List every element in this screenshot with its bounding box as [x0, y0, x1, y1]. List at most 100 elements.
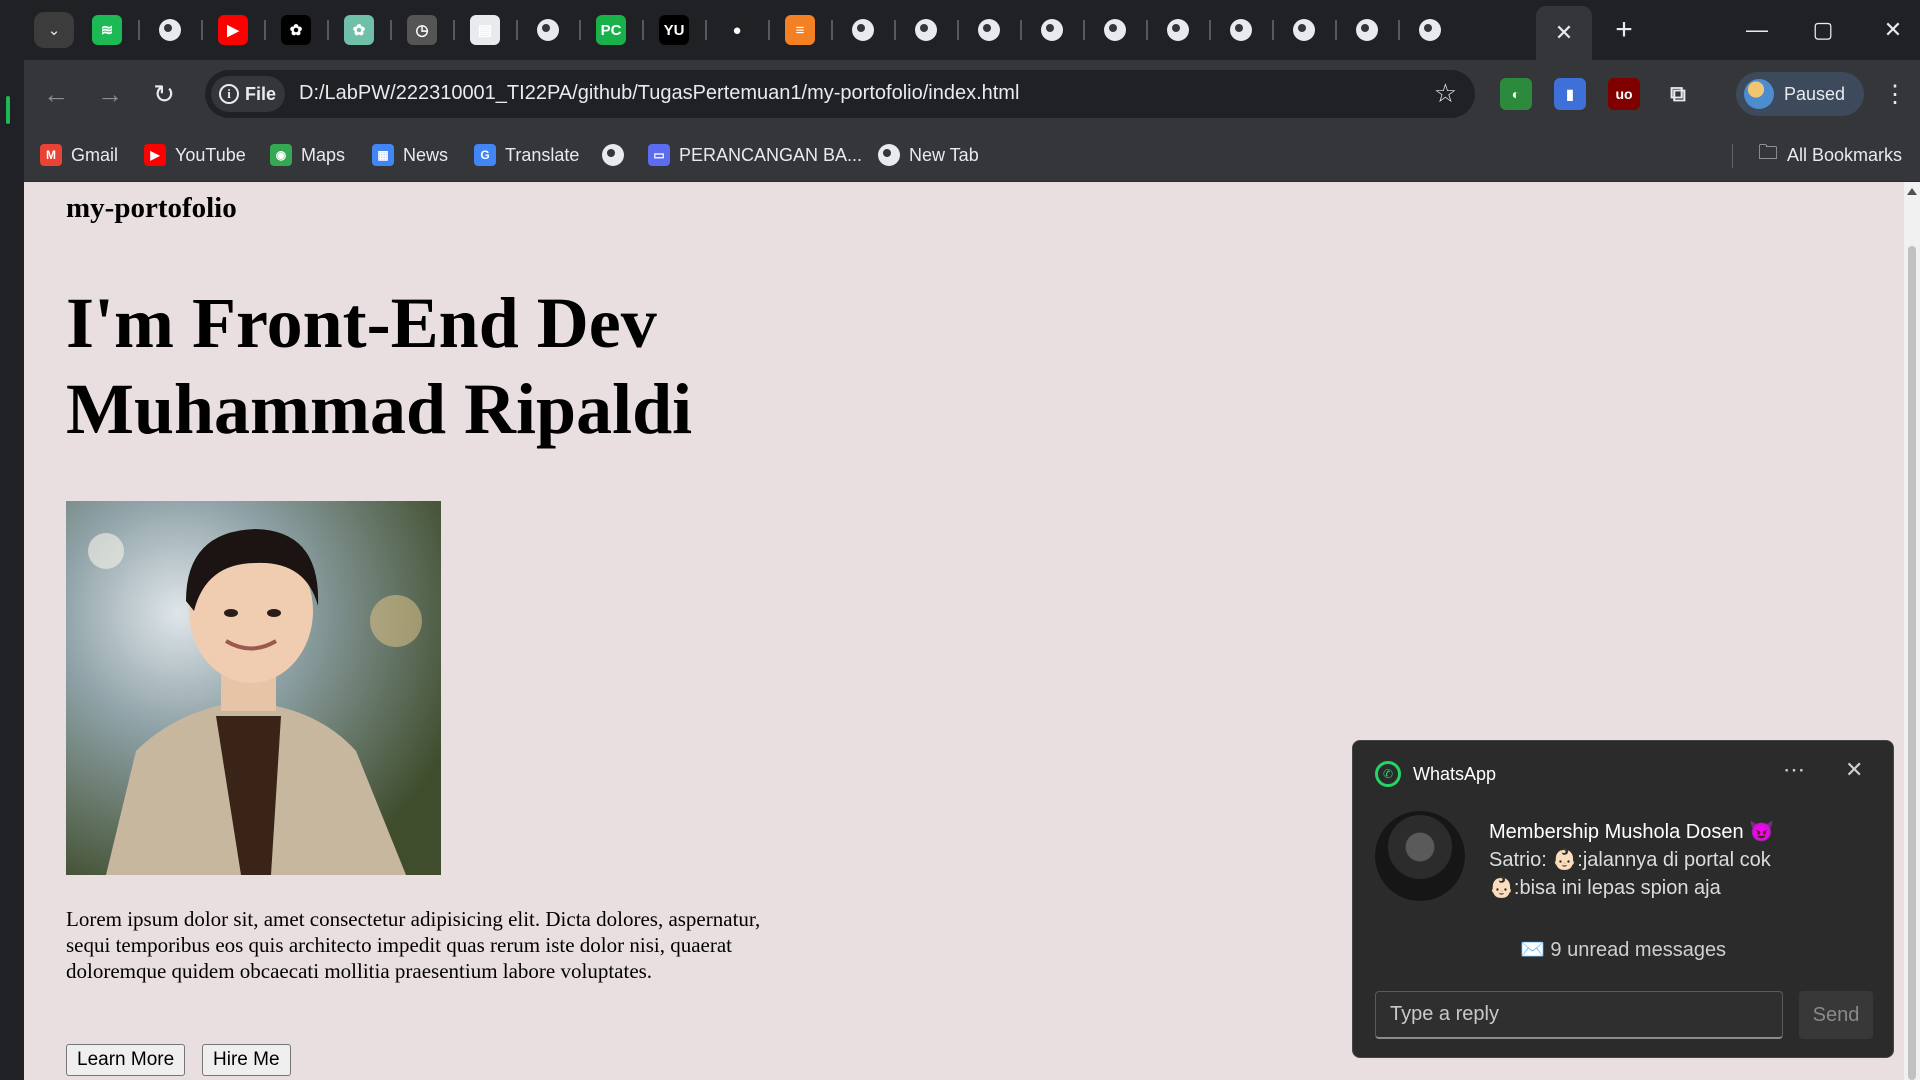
chat-title: Membership Mushola Dosen 😈: [1489, 821, 1775, 843]
site-title: my-portofolio: [66, 192, 237, 224]
close-tab-icon[interactable]: ✕: [1555, 20, 1573, 46]
youtube-icon: ▶: [144, 144, 166, 166]
reply-input[interactable]: [1375, 991, 1783, 1039]
hire-me-button[interactable]: Hire Me: [202, 1044, 291, 1076]
extensions-puzzle-icon[interactable]: ⧉: [1662, 78, 1694, 110]
all-bookmarks-label: All Bookmarks: [1787, 144, 1903, 165]
tab-separator: [1398, 20, 1400, 40]
globe-icon[interactable]: [155, 15, 185, 45]
tab-separator: [1209, 20, 1211, 40]
tab-separator: [957, 20, 959, 40]
globe-icon[interactable]: [1037, 15, 1067, 45]
site-info-button[interactable]: i File: [211, 76, 285, 112]
close-window-button[interactable]: ✕: [1870, 10, 1916, 50]
tab-separator: [1335, 20, 1337, 40]
url-text[interactable]: D:/LabPW/222310001_TI22PA/github/TugasPe…: [299, 82, 1019, 105]
notification-header: ✆ WhatsApp: [1375, 761, 1496, 787]
tab-separator: [516, 20, 518, 40]
bookmark-item[interactable]: M Gmail: [40, 140, 118, 170]
globe-icon: [1104, 19, 1126, 41]
bookmark-item[interactable]: ▦ News: [372, 140, 448, 170]
tab-separator: [390, 20, 392, 40]
globe-icon: [878, 144, 900, 166]
tab-strip: ⌄ ≋ ▶ ✿ ✿ ◷ ▤ PC YU ● ≡ ✕ + — ▢ ✕: [0, 0, 1920, 60]
globe-icon[interactable]: [1415, 15, 1445, 45]
info-icon: i: [219, 84, 239, 104]
unread-count[interactable]: ✉️ 9 unread messages: [1353, 937, 1893, 962]
youtube-icon[interactable]: ▶: [218, 15, 248, 45]
maximize-button[interactable]: ▢: [1800, 10, 1846, 50]
page-scrollbar[interactable]: [1904, 182, 1920, 1080]
reload-button[interactable]: ↻: [144, 74, 184, 114]
bookmark-item[interactable]: ▶ YouTube: [144, 140, 246, 170]
tab-separator: [1272, 20, 1274, 40]
forward-button[interactable]: →: [90, 74, 130, 114]
globe-icon[interactable]: [533, 15, 563, 45]
globe-icon[interactable]: [1163, 15, 1193, 45]
openai-icon[interactable]: ✿: [281, 15, 311, 45]
pycharm-icon[interactable]: PC: [596, 15, 626, 45]
learn-more-button[interactable]: Learn More: [66, 1044, 186, 1076]
globe-icon: [537, 19, 559, 41]
all-bookmarks-button[interactable]: 🗀 All Bookmarks: [1758, 140, 1902, 170]
active-tab[interactable]: ✕: [1536, 6, 1592, 60]
bookmark-item[interactable]: ▭ PERANCANGAN BA...: [648, 140, 862, 170]
stackoverflow-icon[interactable]: ≡: [785, 15, 815, 45]
profile-status: Paused: [1784, 83, 1846, 104]
more-options-icon[interactable]: ⋯: [1783, 757, 1805, 783]
extension-icon[interactable]: ◐: [1500, 78, 1532, 110]
tab-search-button[interactable]: ⌄: [34, 12, 74, 48]
yu-icon[interactable]: YU: [659, 15, 689, 45]
github-icon[interactable]: ●: [722, 15, 752, 45]
bookmarks-divider: [1732, 144, 1733, 168]
bookmark-label: Maps: [301, 144, 346, 165]
ublock-icon[interactable]: uo: [1608, 78, 1640, 110]
folder-icon: 🗀: [1758, 142, 1778, 164]
whatsapp-icon: ✆: [1375, 761, 1401, 787]
spotify-icon[interactable]: ≋: [92, 15, 122, 45]
whatsapp-notification[interactable]: ✆ WhatsApp ⋯ ✕ Membership Mushola Dosen …: [1352, 740, 1894, 1058]
globe-icon: [602, 144, 624, 166]
chatgpt-icon[interactable]: ✿: [344, 15, 374, 45]
profile-button[interactable]: Paused: [1736, 72, 1864, 116]
bookmark-label: YouTube: [175, 144, 246, 165]
globe-icon: [1230, 19, 1252, 41]
scroll-thumb[interactable]: [1908, 246, 1916, 1080]
globe-icon[interactable]: [1289, 15, 1319, 45]
bookmarks-bar: M Gmail ▶ YouTube ◉ Maps ▦ News G Translate ▭ PERAN…: [0, 128, 1920, 182]
send-button[interactable]: Send: [1799, 991, 1873, 1039]
hero-line-2: Muhammad Ripaldi: [66, 369, 693, 449]
document-icon[interactable]: ▤: [470, 15, 500, 45]
tab-separator: [327, 20, 329, 40]
globe-icon[interactable]: [911, 15, 941, 45]
globe-icon[interactable]: [1100, 15, 1130, 45]
bookmark-star-icon[interactable]: ☆: [1434, 78, 1457, 109]
bookmark-item[interactable]: [602, 140, 624, 170]
tab-separator: [1146, 20, 1148, 40]
browser-menu-icon[interactable]: ⋮: [1880, 74, 1910, 114]
globe-icon: [1293, 19, 1315, 41]
close-notification-icon[interactable]: ✕: [1845, 757, 1863, 783]
bookmark-item[interactable]: G Translate: [474, 140, 579, 170]
bookmark-item[interactable]: ◉ Maps: [270, 140, 345, 170]
back-button[interactable]: ←: [36, 74, 76, 114]
globe-icon[interactable]: [1226, 15, 1256, 45]
clock-icon[interactable]: ◷: [407, 15, 437, 45]
minimize-button[interactable]: —: [1734, 10, 1780, 50]
reader-extension-icon[interactable]: ▮: [1554, 78, 1586, 110]
globe-icon[interactable]: [848, 15, 878, 45]
message-line-1: Satrio: 👶🏻:jalannya di portal cok: [1489, 849, 1771, 871]
globe-icon[interactable]: [974, 15, 1004, 45]
globe-icon: [852, 19, 874, 41]
new-tab-button[interactable]: +: [1606, 12, 1642, 48]
address-bar[interactable]: i File D:/LabPW/222310001_TI22PA/github/…: [205, 70, 1475, 118]
bookmark-label: New Tab: [909, 144, 979, 165]
classroom-icon: ▭: [648, 144, 670, 166]
bookmark-label: PERANCANGAN BA...: [679, 144, 863, 165]
tab-separator: [642, 20, 644, 40]
globe-icon[interactable]: [1352, 15, 1382, 45]
group-avatar: [1375, 811, 1465, 901]
bookmark-label: News: [403, 144, 449, 165]
bookmark-item[interactable]: New Tab: [878, 140, 979, 170]
scroll-up-arrow-icon[interactable]: [1907, 188, 1917, 195]
